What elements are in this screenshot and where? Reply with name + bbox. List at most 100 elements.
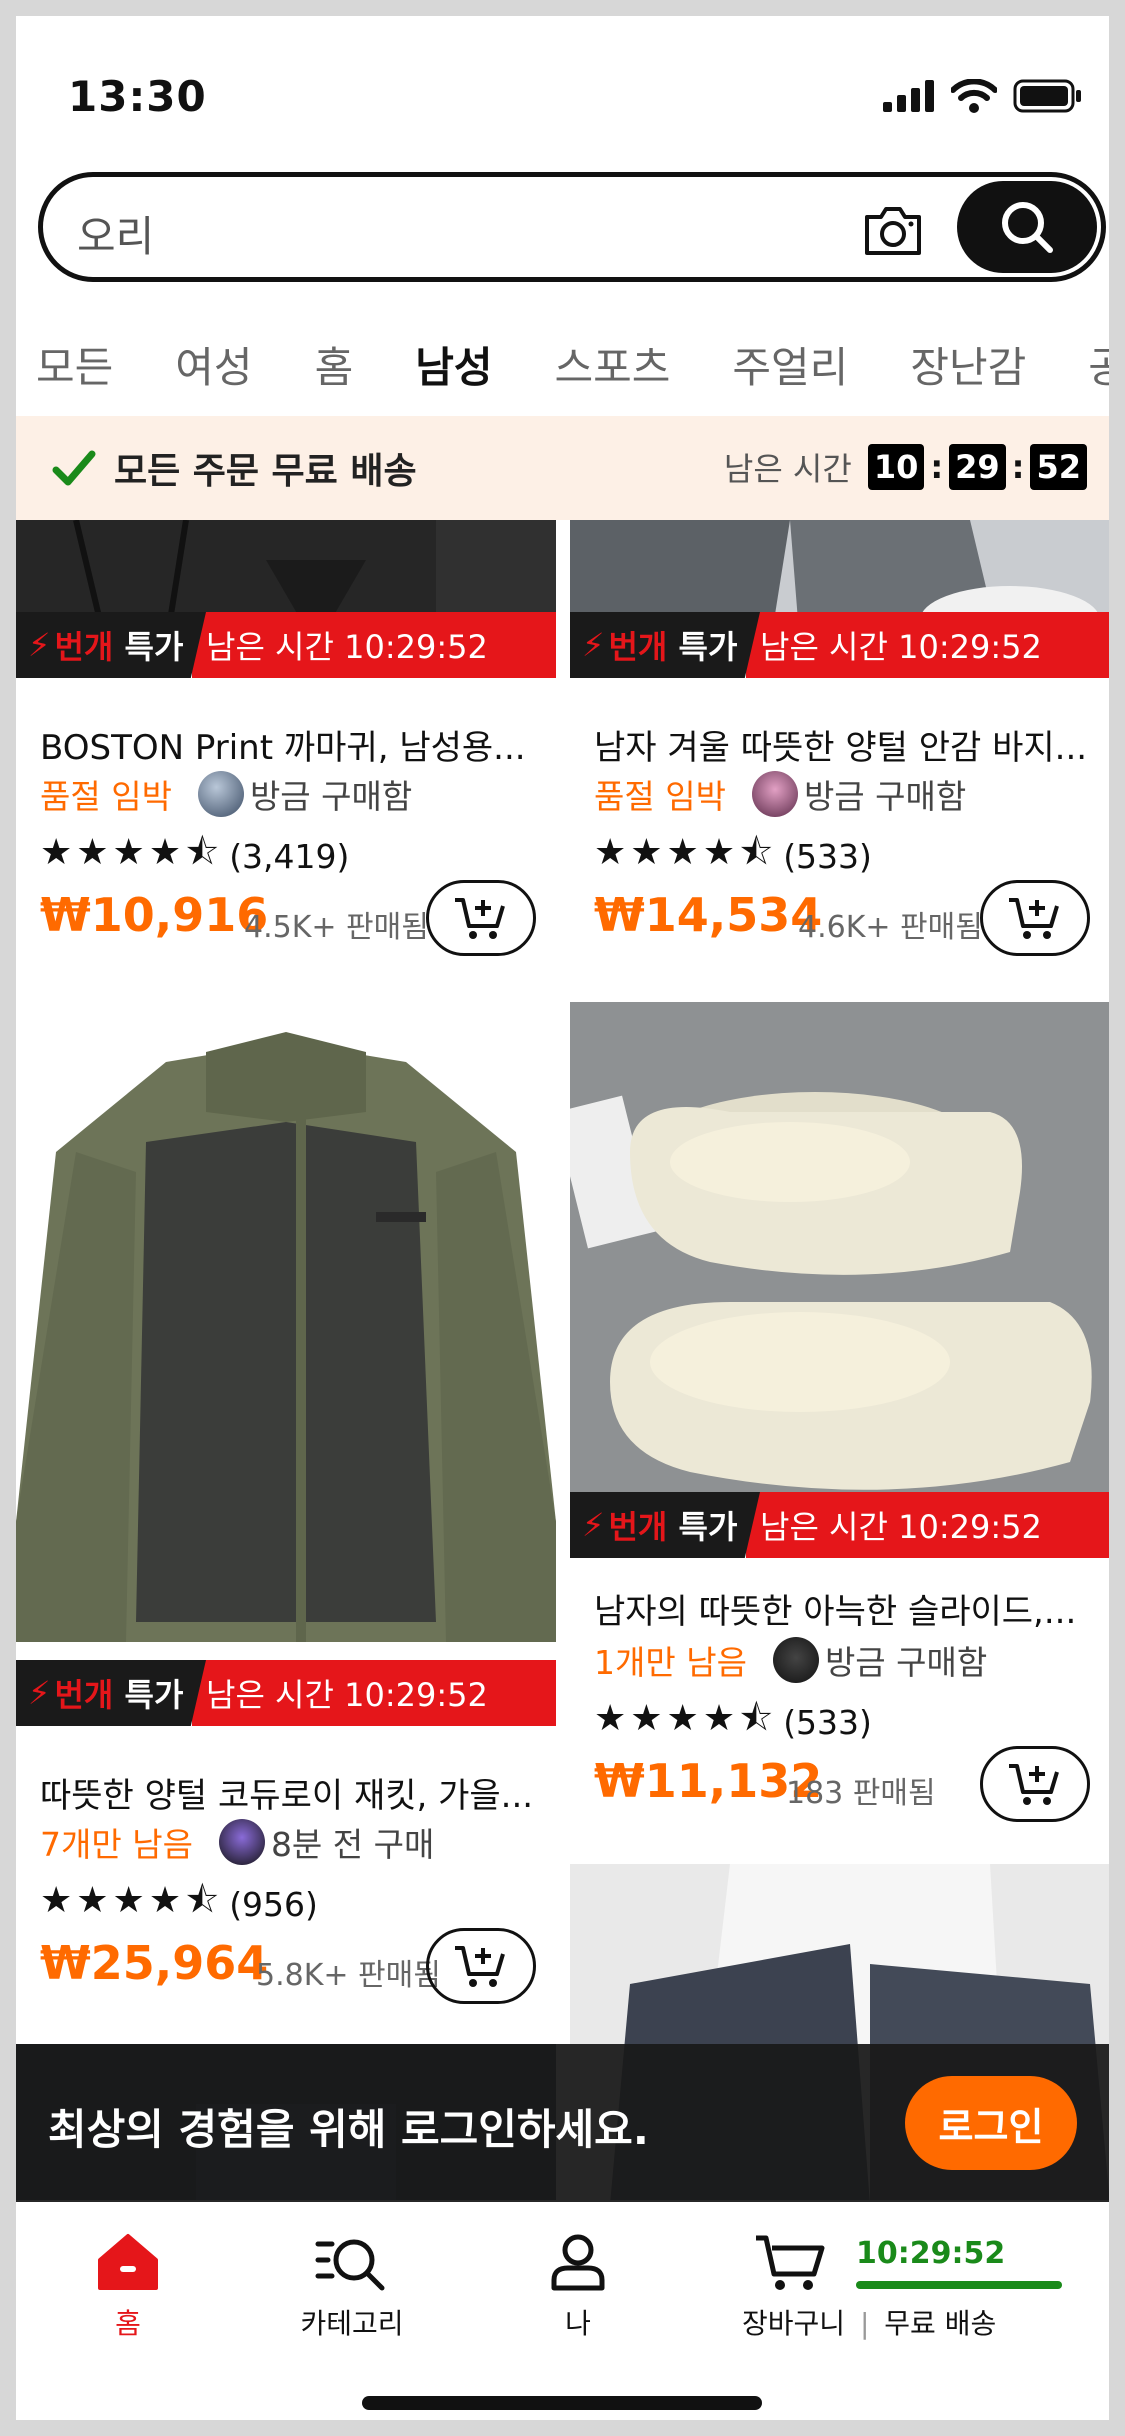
star-rating: ★★★★⯪ [594, 1698, 778, 1739]
nav-home[interactable]: 홈 [38, 2232, 218, 2342]
product-title[interactable]: 남자의 따뜻한 아늑한 슬라이드,... [594, 1584, 1094, 1633]
review-count: (956) [229, 1885, 318, 1924]
product-card[interactable]: ⚡ 번개 특가 남은 시간 10:29:52 BOSTON Print 까마귀, … [16, 520, 556, 960]
avatar [772, 1637, 819, 1683]
sold-count: 183 판매됨 [786, 1776, 936, 1811]
tab-toys[interactable]: 장난감 [910, 334, 1026, 404]
user-icon [551, 2234, 605, 2291]
stock-status: 품절 임박 [40, 777, 172, 816]
product-grid: ⚡ 번개 특가 남은 시간 10:29:52 BOSTON Print 까마귀, … [16, 520, 1109, 2200]
add-to-cart-icon [455, 1946, 505, 1987]
add-to-cart-icon [1009, 1764, 1059, 1805]
product-card[interactable]: ⚡ 번개 특가 남은 시간 10:29:52 남자의 따뜻한 아늑한 슬라이드,.… [570, 1002, 1109, 1842]
purchase-activity: 방금 구매함 [803, 777, 967, 816]
stock-status: 1개만 남음 [594, 1643, 747, 1682]
tab-all[interactable]: 모든 [36, 334, 113, 404]
wifi-icon [951, 79, 997, 113]
category-search-icon [315, 2239, 385, 2291]
review-count: (533) [783, 1703, 872, 1742]
lightning-icon: ⚡ [28, 626, 51, 664]
countdown-minutes: 29 [949, 444, 1006, 490]
star-rating: ★★★★⯪ [594, 832, 778, 873]
lightning-deal-bar: ⚡ 번개 특가 남은 시간 10:29:52 [570, 612, 1109, 678]
tab-crafts[interactable]: 공예 [1088, 334, 1109, 404]
sold-count: 4.6K+ 판매됨 [798, 910, 983, 945]
add-to-cart-button[interactable] [426, 1928, 536, 2004]
avatar [218, 1819, 265, 1865]
nav-category-label: 카테고리 [300, 2307, 404, 2340]
tab-women[interactable]: 여성 [175, 334, 252, 404]
product-title[interactable]: BOSTON Print 까마귀, 남성용... [40, 720, 540, 769]
add-to-cart-button[interactable] [980, 880, 1090, 956]
search-button[interactable] [957, 181, 1097, 273]
avatar [751, 771, 798, 817]
purchase-activity: 방금 구매함 [249, 777, 413, 816]
status-bar: 13:30 [16, 16, 1109, 156]
free-shipping-timer: 10:29:52 [856, 2236, 1062, 2289]
star-rating: ★★★★⯪ [40, 832, 224, 873]
free-shipping-countdown: 10:29:52 [856, 2236, 1006, 2271]
lightning-icon: ⚡ [582, 1506, 605, 1544]
check-icon [52, 450, 96, 486]
purchase-activity: 8분 전 구매 [270, 1825, 435, 1864]
nav-category[interactable]: 카테고리 [262, 2232, 442, 2342]
stock-status: 품절 임박 [594, 777, 726, 816]
lightning-icon: ⚡ [582, 626, 605, 664]
search-bar[interactable]: 오리 [38, 172, 1106, 282]
purchase-activity: 방금 구매함 [824, 1643, 988, 1682]
signal-icon [883, 80, 934, 112]
product-card[interactable]: ⚡ 번개 특가 남은 시간 10:29:52 남자 겨울 따뜻한 양털 안감 바지… [570, 520, 1109, 960]
free-shipping-banner[interactable]: 모든 주문 무료 배송 남은 시간 10: 29: 52 [16, 416, 1109, 520]
search-input[interactable]: 오리 [77, 203, 154, 264]
countdown-hours: 10 [867, 444, 925, 490]
nav-me-label: 나 [565, 2307, 591, 2340]
status-time: 13:30 [68, 72, 207, 121]
banner-text: 모든 주문 무료 배송 [114, 451, 417, 492]
countdown-seconds: 52 [1030, 444, 1087, 490]
camera-icon[interactable] [861, 203, 925, 259]
avatar [197, 771, 244, 817]
review-count: (3,419) [229, 837, 350, 876]
lightning-deal-bar: ⚡ 번개 특가 남은 시간 10:29:52 [16, 1660, 556, 1726]
review-count: (533) [783, 837, 872, 876]
deal-countdown: 남은 시간 10:29:52 [192, 612, 556, 678]
star-rating: ★★★★⯪ [40, 1880, 224, 1921]
nav-me[interactable]: 나 [488, 2232, 668, 2342]
home-icon [98, 2234, 158, 2290]
nav-cart-label: 장바구니 [742, 2307, 846, 2340]
tab-home[interactable]: 홈 [315, 334, 354, 404]
category-tabs: 모든 여성 홈 남성 스포츠 주얼리 장난감 공예 [36, 334, 1109, 426]
deal-countdown: 남은 시간 10:29:52 [192, 1660, 556, 1726]
tab-men[interactable]: 남성 [415, 334, 492, 426]
login-button[interactable]: 로그인 [905, 2076, 1077, 2170]
product-price: ₩14,534 [594, 888, 823, 942]
countdown-label: 남은 시간 [723, 450, 852, 488]
free-shipping-progress [856, 2281, 1062, 2289]
home-indicator[interactable] [362, 2396, 762, 2410]
product-image[interactable] [570, 1002, 1109, 1550]
add-to-cart-icon [455, 898, 505, 939]
deal-countdown: 남은 시간 10:29:52 [746, 1492, 1109, 1558]
nav-home-label: 홈 [115, 2307, 141, 2340]
lightning-deal-bar: ⚡ 번개 특가 남은 시간 10:29:52 [570, 1492, 1109, 1558]
tab-sports[interactable]: 스포츠 [554, 334, 670, 404]
add-to-cart-icon [1009, 898, 1059, 939]
add-to-cart-button[interactable] [426, 880, 536, 956]
product-image[interactable] [16, 1002, 556, 1674]
deal-countdown: 남은 시간 10:29:52 [746, 612, 1109, 678]
search-icon [1002, 202, 1053, 253]
phone-screen: 13:30 오리 모든 여성 홈 남성 스포츠 주얼리 장난감 공 모든 주문 … [16, 16, 1109, 2420]
stock-status: 7개만 남음 [40, 1825, 193, 1864]
add-to-cart-button[interactable] [980, 1746, 1090, 1822]
battery-icon [1013, 79, 1081, 113]
sold-count: 4.5K+ 판매됨 [244, 910, 429, 945]
product-price: ₩25,964 [40, 1936, 269, 1990]
product-title[interactable]: 따뜻한 양털 코듀로이 재킷, 가을... [40, 1768, 540, 1817]
lightning-icon: ⚡ [28, 1674, 51, 1712]
nav-free-ship-label: 무료 배송 [884, 2307, 997, 2340]
product-title[interactable]: 남자 겨울 따뜻한 양털 안감 바지... [594, 720, 1094, 769]
tab-jewelry[interactable]: 주얼리 [732, 334, 848, 404]
cart-icon [756, 2235, 825, 2290]
sold-count: 5.8K+ 판매됨 [256, 1958, 441, 1993]
product-card[interactable]: ⚡ 번개 특가 남은 시간 10:29:52 따뜻한 양털 코듀로이 재킷, 가을… [16, 1002, 556, 2004]
